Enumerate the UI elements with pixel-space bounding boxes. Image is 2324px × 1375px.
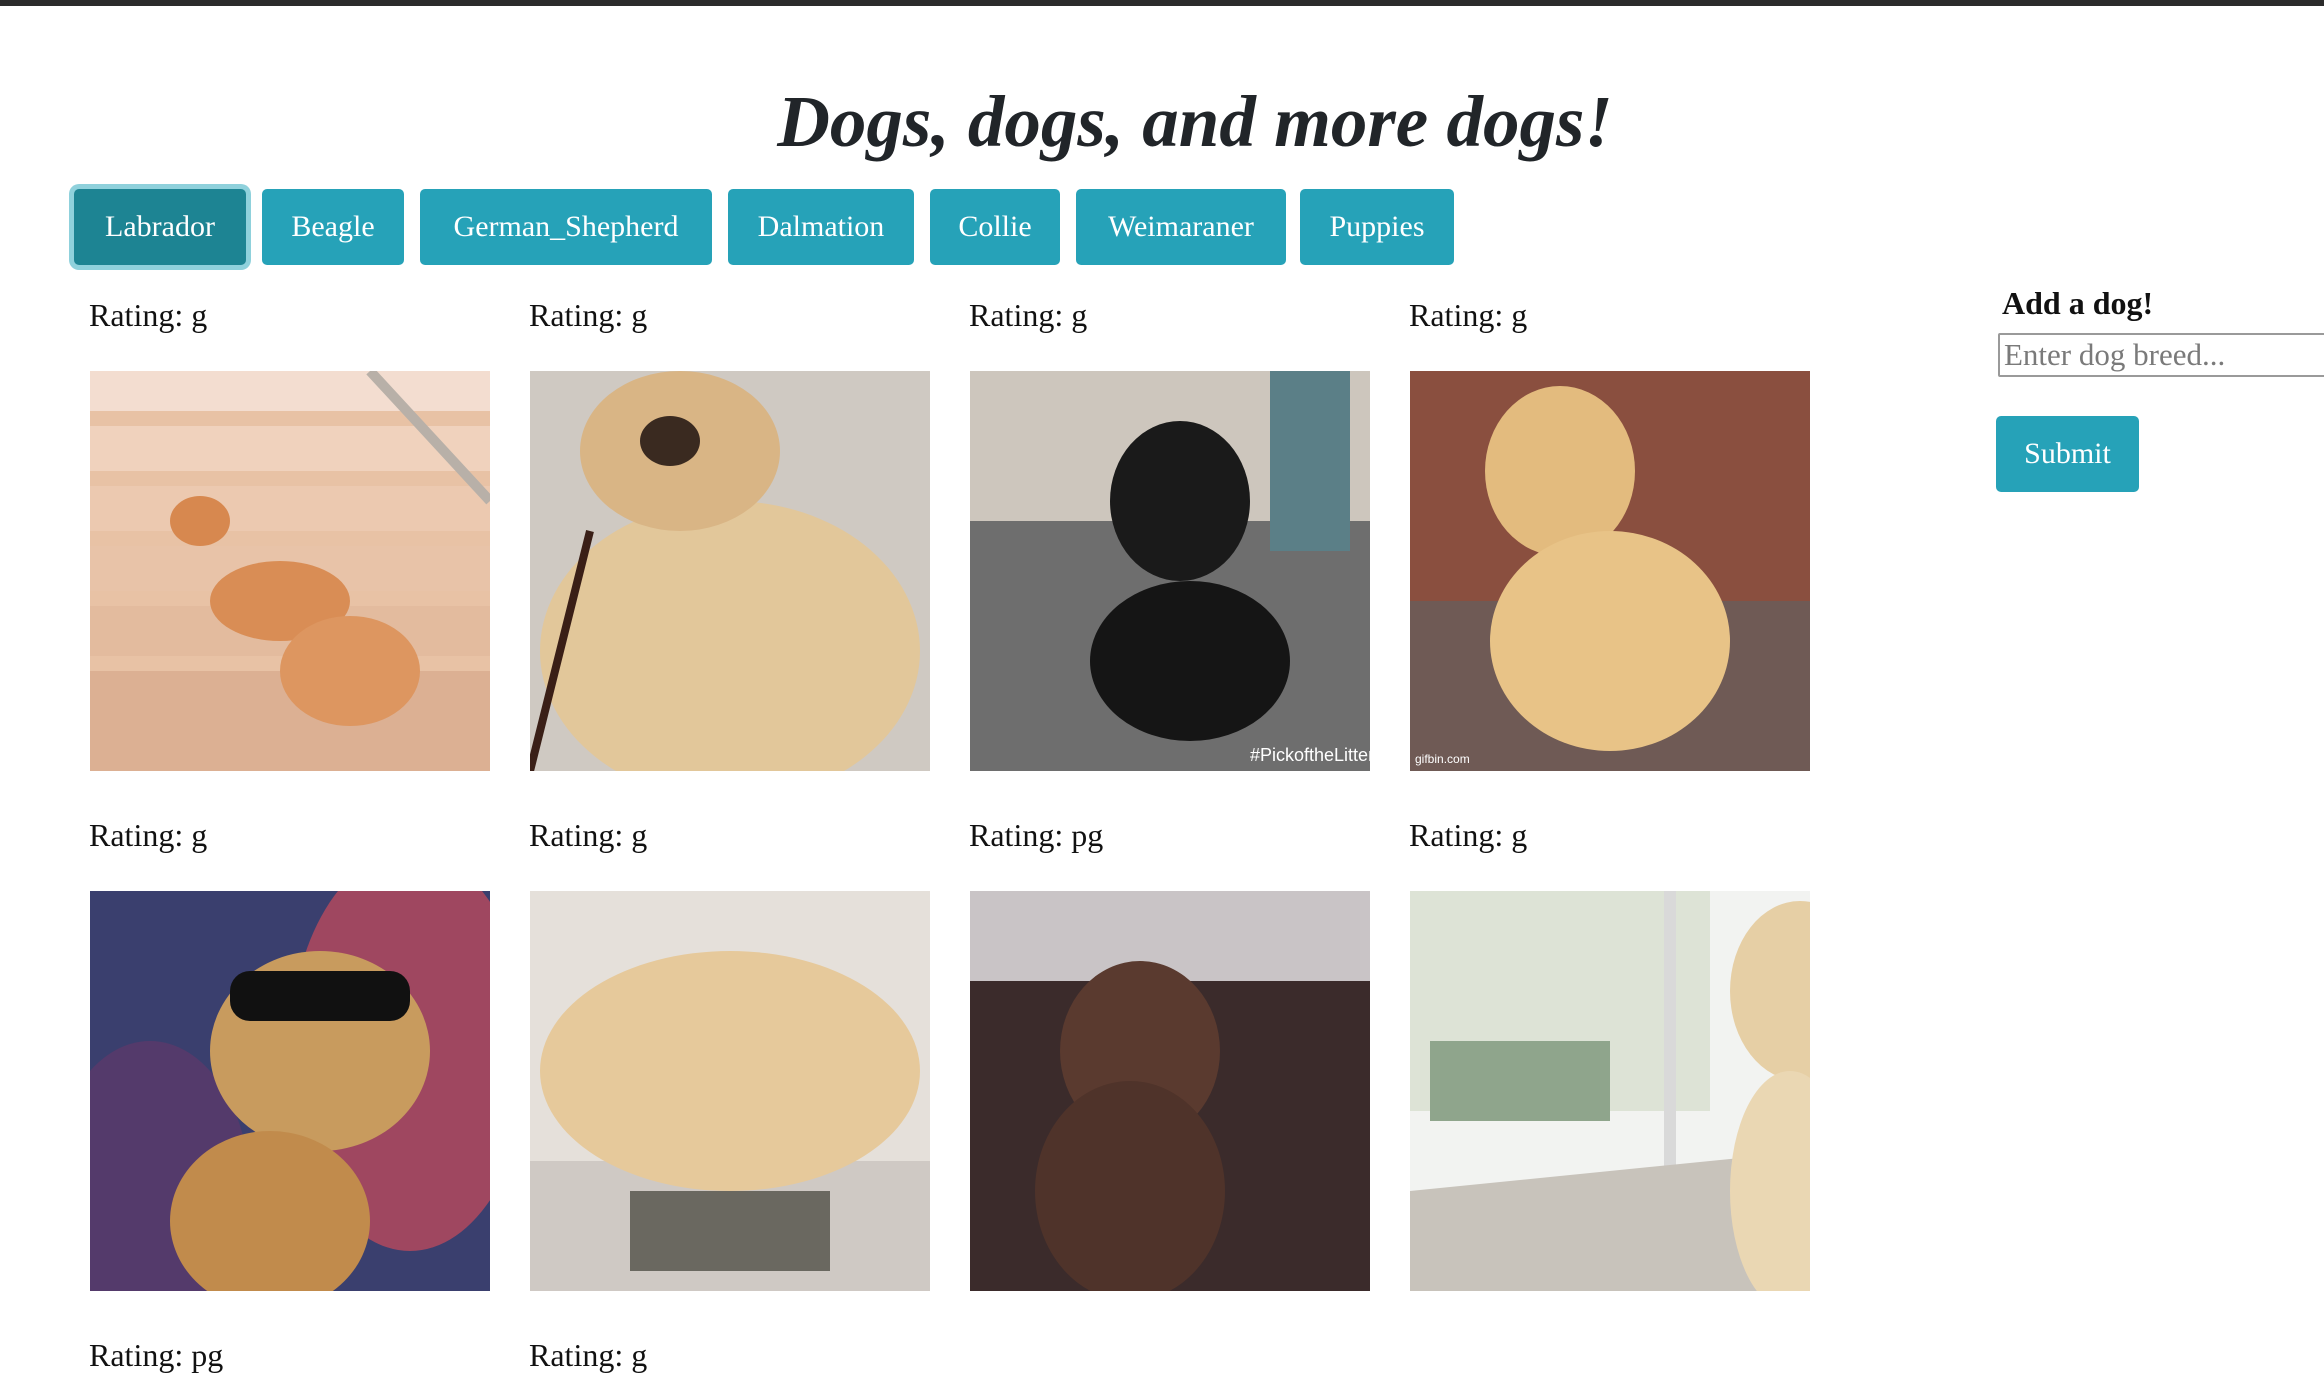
gif-card: Rating: g [1409, 815, 1810, 1291]
gif-watermark: gifbin.com [1415, 752, 1470, 766]
gif-rating: Rating: g [529, 817, 648, 853]
page-title: Dogs, dogs, and more dogs! [777, 81, 1613, 162]
breed-button-collie[interactable]: Collie [930, 189, 1060, 265]
gif-image-sleeping-puppy[interactable] [530, 891, 930, 1291]
gif-card: Rating: g gifbin.com [1409, 295, 1810, 771]
breed-button-beagle[interactable]: Beagle [262, 189, 404, 265]
gif-card: Rating: g [529, 295, 930, 771]
gif-rating: Rating: g [89, 817, 208, 853]
window-top-border [0, 0, 2324, 6]
gif-card: Rating: pg [89, 1335, 489, 1375]
breed-button-german-shepherd[interactable]: German_Shepherd [420, 189, 712, 265]
dog-breed-input[interactable] [1998, 333, 2324, 377]
gif-rating: Rating: pg [89, 1337, 224, 1373]
gif-rating: Rating: g [1409, 817, 1528, 853]
gif-image-lab-puppy-closeup[interactable] [530, 371, 930, 771]
submit-button[interactable]: Submit [1996, 416, 2139, 492]
gif-card: Rating: g [529, 1335, 929, 1375]
gif-image-chocolate-lab-puppy[interactable] [970, 891, 1370, 1291]
add-dog-label: Add a dog! [2002, 285, 2154, 321]
gif-rating: Rating: pg [969, 817, 1104, 853]
gif-image-labrador-stairs[interactable] [90, 371, 490, 771]
gif-image-black-lab-puppy[interactable]: #PickoftheLitter [970, 371, 1370, 771]
gif-card: Rating: g #PickoftheLitter [969, 295, 1370, 771]
gif-watermark: #PickoftheLitter [1250, 745, 1370, 765]
gif-rating: Rating: g [529, 1337, 648, 1373]
breed-button-labrador[interactable]: Labrador [74, 189, 246, 265]
gif-rating: Rating: g [529, 297, 648, 333]
gif-rating: Rating: g [1409, 297, 1528, 333]
breed-button-weimaraner[interactable]: Weimaraner [1076, 189, 1286, 265]
gif-card: Rating: pg [969, 815, 1370, 1291]
gif-card: Rating: g [89, 295, 490, 771]
gif-rating: Rating: g [969, 297, 1088, 333]
gif-card: Rating: g [89, 815, 490, 1291]
gif-image-dog-sunglasses-space[interactable] [90, 891, 490, 1291]
gif-card: Rating: g [529, 815, 930, 1291]
gif-rating: Rating: g [89, 297, 208, 333]
breed-button-dalmation[interactable]: Dalmation [728, 189, 914, 265]
gif-image-golden-puppy-window[interactable] [1410, 891, 1810, 1291]
breed-button-puppies[interactable]: Puppies [1300, 189, 1454, 265]
gif-image-golden-retriever[interactable]: gifbin.com [1410, 371, 1810, 771]
